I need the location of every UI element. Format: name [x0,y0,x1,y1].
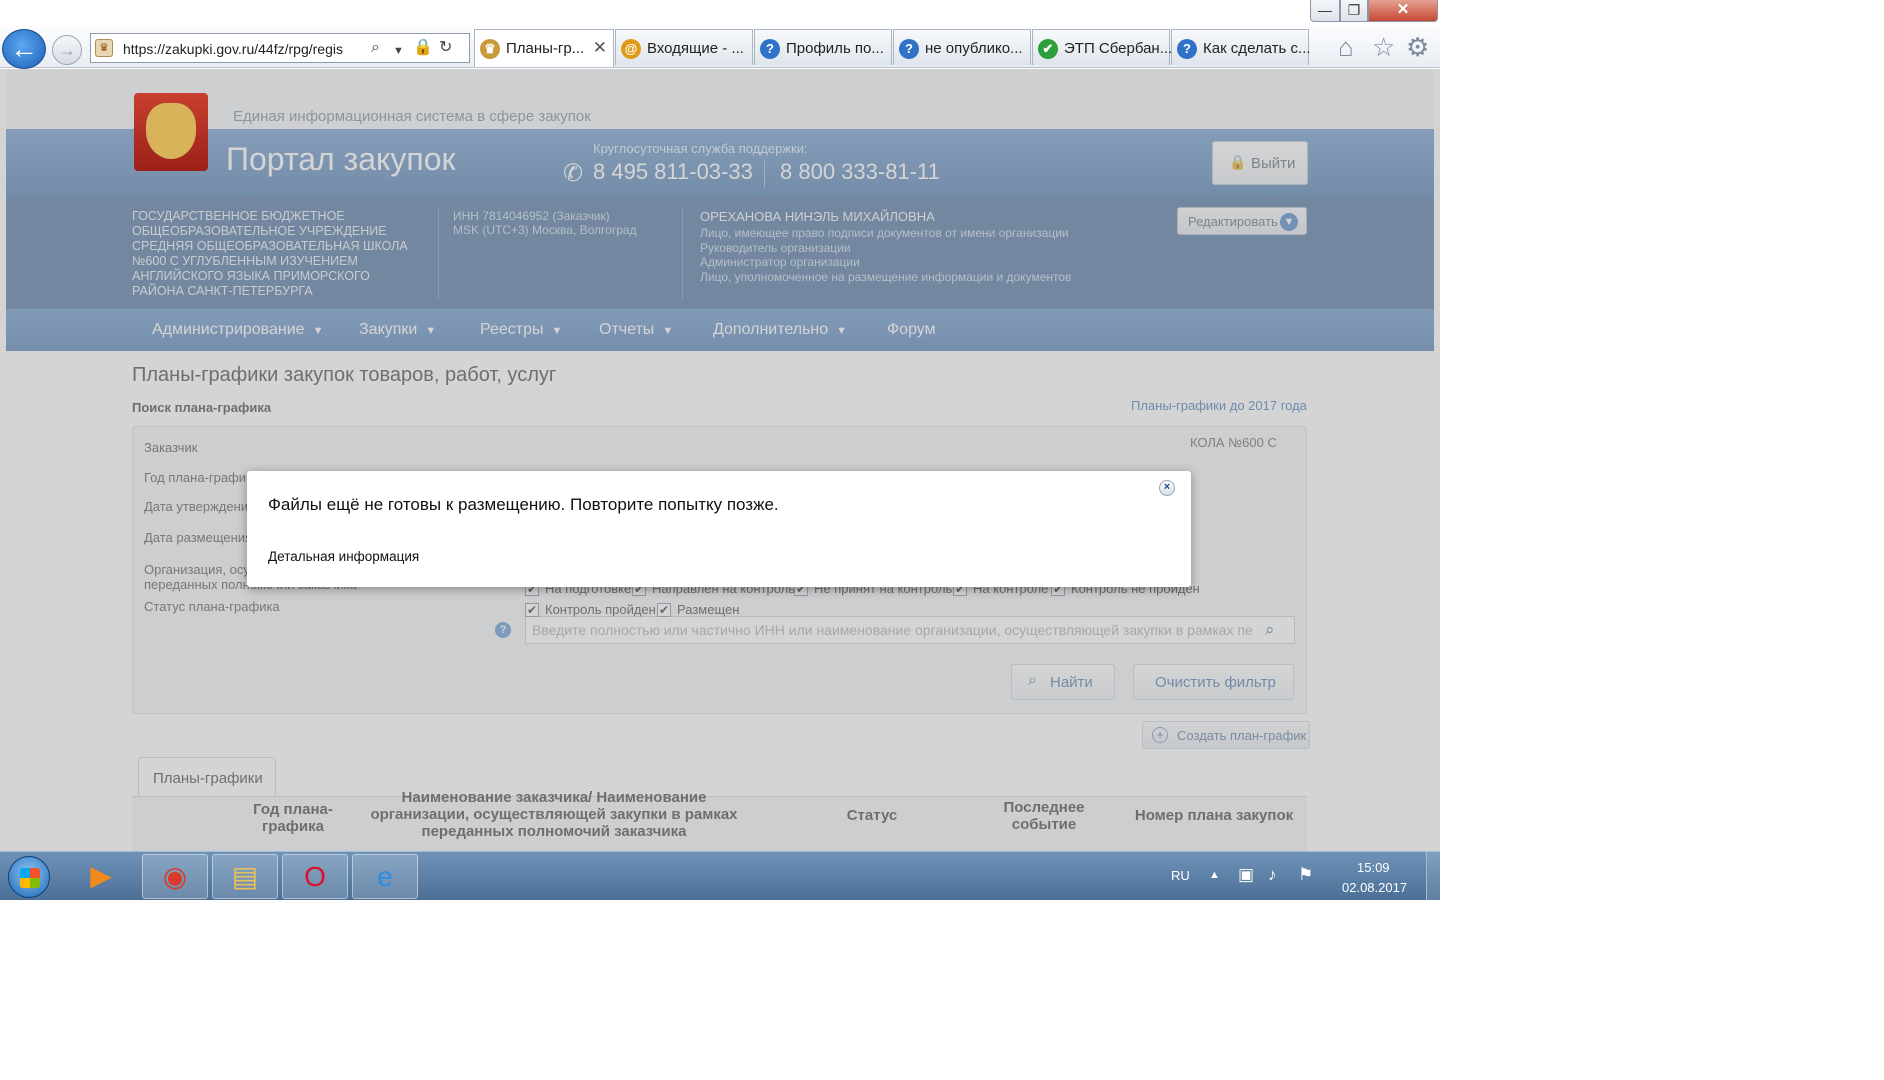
action-center-flag-icon[interactable]: ⚑ [1298,865,1313,885]
close-dialog-button[interactable]: × [1159,480,1175,496]
minimize-icon: — [1318,2,1332,18]
show-desktop-button[interactable] [1426,852,1440,900]
gov-favicon: ♛ [480,39,500,59]
mail-at-icon: @ [621,39,641,59]
browser-tab[interactable]: ? Как сделать с... [1171,29,1311,65]
language-indicator[interactable]: RU [1171,868,1190,883]
address-url[interactable]: https://zakupki.gov.ru/44fz/rpg/regis [123,41,368,57]
gov-favicon-icon: ♛ [95,39,113,57]
chevron-down-icon[interactable]: ▼ [393,42,404,60]
browser-tab-label: Планы-гр... [506,40,585,57]
browser-tab[interactable]: ♛ Планы-гр... ✕ [474,29,614,67]
clock-date[interactable]: 02.08.2017 [1342,880,1407,895]
chevron-up-icon[interactable]: ▲ [1209,869,1220,881]
eagle-emblem [146,103,196,159]
arrow-right-icon: → [58,40,76,60]
forward-button[interactable]: → [52,35,82,65]
details-link[interactable]: Детальная информация [268,549,419,564]
lock-icon[interactable]: 🔒 [413,39,433,57]
address-bar[interactable]: ♛ https://zakupki.gov.ru/44fz/rpg/regis … [90,33,470,63]
close-window-button[interactable]: ✕ [1368,0,1438,22]
taskbar-app-button[interactable]: ▶ [68,854,134,899]
web-page: Единая информационная система в сфере за… [0,69,1440,851]
error-message: Файлы ещё не готовы к размещению. Повтор… [268,495,779,514]
close-icon: ✕ [1396,1,1410,18]
windows-taskbar: ▶ ◉ ▤ Oe RU ▲ ▣ ♪ ⚑ 15:09 02.08.2017 [0,851,1440,900]
refresh-icon[interactable]: ↻ [439,39,452,57]
browser-tab-label: не опублико... [925,40,1023,57]
modal-overlay [0,69,1440,851]
search-icon[interactable]: ⌕ [371,39,380,57]
browser-tab-label: Профиль по... [786,40,884,57]
windows-logo-icon [20,868,40,888]
media-player-icon: ▶ [90,860,112,891]
tab-strip: ♛ Планы-гр... ✕ @ Входящие - ...? Профиль по.… [474,29,1330,67]
browser-tab-label: Как сделать с... [1203,40,1311,57]
browser-toolbar: ⌂ ☆ ⚙ [1336,32,1440,64]
close-tab-icon[interactable]: ✕ [593,38,607,58]
taskbar-app-button[interactable]: O [282,854,348,899]
coat-of-arms-icon[interactable] [134,93,208,171]
opera-icon: O [304,861,326,892]
minimize-button[interactable]: — [1310,0,1340,22]
sberbank-icon: ✔ [1038,39,1058,59]
desktop-screen: — ❐ ✕ ← → ♛ https://zakupki.gov.ru/44fz/… [0,0,1440,900]
browser-tab-label: ЭТП Сбербан... [1064,40,1173,57]
browser-tab[interactable]: @ Входящие - ... [615,29,753,65]
browser-navbar: ← → ♛ https://zakupki.gov.ru/44fz/rpg/re… [0,26,1440,69]
browser-tab[interactable]: ✔ ЭТП Сбербан... [1032,29,1173,65]
help-question-icon: ? [1177,39,1197,59]
taskbar-app-button[interactable]: ◉ [142,854,208,899]
browser-tab[interactable]: ? Профиль по... [754,29,892,65]
chrome-icon: ◉ [162,861,188,892]
help-question-icon: ? [899,39,919,59]
browser-tab-label: Входящие - ... [647,40,744,57]
taskbar-app-button[interactable]: ▤ [212,854,278,899]
maximize-button[interactable]: ❐ [1340,0,1368,22]
network-icon[interactable]: ▣ [1238,865,1254,885]
favorites-star-icon[interactable]: ☆ [1372,32,1395,62]
clock-time[interactable]: 15:09 [1357,860,1390,875]
ie-icon: e [377,861,393,892]
browser-tab[interactable]: ? не опублико... [893,29,1031,65]
start-button[interactable] [8,856,50,898]
home-icon[interactable]: ⌂ [1338,32,1354,62]
window-titlebar: — ❐ ✕ [0,0,1440,26]
maximize-icon: ❐ [1347,2,1361,18]
arrow-left-icon: ← [10,33,38,64]
close-icon: × [1163,481,1171,493]
help-question-icon: ? [760,39,780,59]
taskbar-app-button[interactable]: e [352,854,418,899]
volume-icon[interactable]: ♪ [1268,865,1277,885]
gear-icon[interactable]: ⚙ [1406,32,1429,62]
error-dialog: Файлы ещё не готовы к размещению. Повтор… [247,471,1191,587]
folder-icon: ▤ [231,861,259,892]
back-button[interactable]: ← [2,29,46,69]
